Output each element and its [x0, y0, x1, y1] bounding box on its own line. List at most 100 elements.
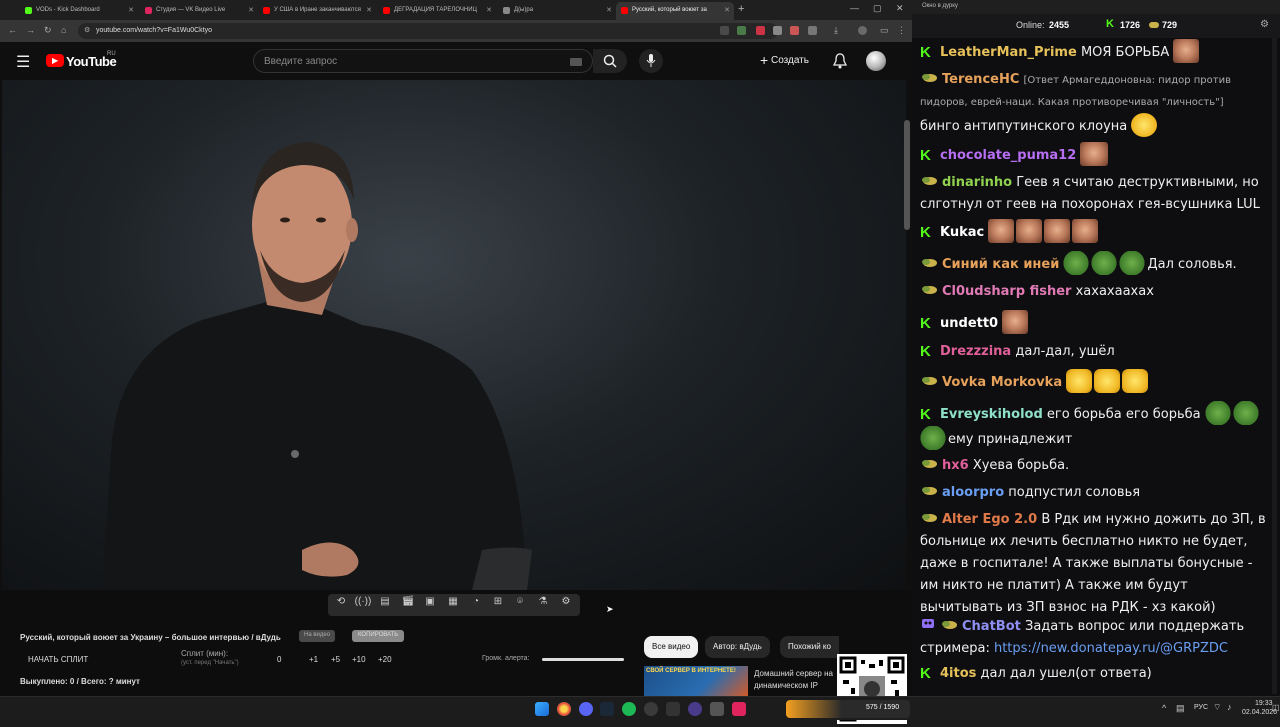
- flask-icon[interactable]: ⚗: [534, 596, 552, 612]
- extension-icon[interactable]: [720, 26, 729, 35]
- recommended-video-thumbnail[interactable]: СВОЙ СЕРВЕР В ИНТЕРНЕТЕ!: [644, 666, 748, 696]
- chat-username[interactable]: Alter Ego 2.0: [942, 512, 1037, 527]
- chrome-icon[interactable]: [557, 702, 571, 716]
- maximize-icon[interactable]: ▢: [873, 3, 882, 14]
- app-icon[interactable]: [666, 702, 680, 716]
- extension-icon[interactable]: [737, 26, 746, 35]
- chat-username[interactable]: chocolate_puma12: [940, 148, 1076, 163]
- recommended-video-title[interactable]: Домашний сервер на динамическом IP беспл…: [754, 668, 838, 692]
- clock-time[interactable]: 19:33: [1255, 700, 1273, 707]
- browser-tab-5[interactable]: Д(ы)ра ✕: [498, 2, 616, 20]
- chat-username[interactable]: hx6: [942, 458, 969, 473]
- browser-tab-2[interactable]: Студия — VK Видео Live ✕: [140, 2, 258, 20]
- obs-icon[interactable]: [688, 702, 702, 716]
- browser-tab-1[interactable]: VODs - Kick Dashboard ✕: [20, 2, 138, 20]
- filter-all-videos-chip[interactable]: Все видео: [644, 636, 699, 658]
- split-value-button[interactable]: +20: [378, 655, 392, 664]
- wifi-icon[interactable]: ⌔: [1213, 702, 1221, 713]
- url-field[interactable]: ⚙ youtube.com/watch?v=Fa1Wu0Cktyo: [78, 23, 778, 39]
- split-value-button[interactable]: +10: [352, 655, 366, 664]
- menu-dots-icon[interactable]: ⋮: [897, 25, 906, 36]
- close-icon[interactable]: ✕: [724, 6, 730, 14]
- chat-username[interactable]: Vovka Morkovka: [942, 375, 1062, 390]
- video-player[interactable]: [2, 80, 906, 590]
- chat-username[interactable]: Drezzzina: [940, 344, 1011, 359]
- steam-icon[interactable]: [600, 702, 614, 716]
- start-windows-icon[interactable]: [535, 702, 549, 716]
- create-button[interactable]: + Создать: [760, 52, 809, 70]
- watch-later-icon[interactable]: ▤: [376, 596, 394, 612]
- network-icon[interactable]: ▤: [1176, 703, 1185, 714]
- forward-icon[interactable]: →: [26, 25, 35, 35]
- avatar[interactable]: [866, 51, 886, 71]
- hamburger-menu-icon[interactable]: ☰: [16, 52, 30, 72]
- media-widget[interactable]: 575 / 1590: [786, 700, 910, 718]
- donate-link[interactable]: https://new.donatepay.ru/@GRPZDC: [994, 641, 1228, 656]
- chat-username[interactable]: Синий как иней: [942, 257, 1059, 272]
- voice-search-button[interactable]: [639, 49, 663, 73]
- chat-username[interactable]: Evreyskiholod: [940, 407, 1043, 422]
- theater-mode-icon[interactable]: ▦: [444, 596, 462, 612]
- app-icon[interactable]: [644, 702, 658, 716]
- filter-author-chip[interactable]: Автор: вДудь: [705, 636, 770, 658]
- close-icon[interactable]: ✕: [128, 6, 134, 14]
- minimize-icon[interactable]: —: [850, 3, 859, 13]
- back-icon[interactable]: ←: [8, 25, 17, 35]
- broadcast-icon[interactable]: ((·)): [354, 596, 372, 612]
- search-button[interactable]: [593, 49, 627, 73]
- split-value-button[interactable]: +5: [331, 655, 340, 664]
- chat-username[interactable]: undett0: [940, 316, 998, 331]
- filter-similar-chip[interactable]: Похожий ко: [780, 636, 839, 658]
- close-icon[interactable]: ✕: [606, 6, 612, 14]
- loop-icon[interactable]: ⟲: [332, 596, 350, 612]
- camera-icon[interactable]: ⌾: [511, 596, 529, 612]
- chat-username[interactable]: aloorpro: [942, 485, 1004, 500]
- home-icon[interactable]: ⌂: [61, 25, 66, 35]
- tray-chevron-icon[interactable]: ^: [1162, 703, 1166, 713]
- chat-scrollbar[interactable]: [1272, 38, 1277, 694]
- chat-username[interactable]: dinarinho: [942, 175, 1012, 190]
- spotify-icon[interactable]: [622, 702, 636, 716]
- clapperboard-icon[interactable]: 🎬︎: [399, 596, 417, 612]
- youtube-logo-icon[interactable]: ▶: [46, 54, 64, 67]
- profile-icon[interactable]: [858, 26, 867, 35]
- start-split-button[interactable]: НАЧАТЬ СПЛИТ: [28, 655, 88, 664]
- close-icon[interactable]: ✕: [486, 6, 492, 14]
- new-tab-icon[interactable]: +: [738, 3, 744, 15]
- discord-icon[interactable]: [579, 702, 593, 716]
- split-value-button[interactable]: +1: [309, 655, 318, 664]
- chat-settings-icon[interactable]: ⚙: [1260, 19, 1269, 30]
- chat-username[interactable]: TerenceHC: [942, 72, 1019, 87]
- page-scrollbar[interactable]: [904, 120, 910, 230]
- file-explorer-icon[interactable]: [710, 702, 724, 716]
- site-info-icon[interactable]: ⚙: [84, 26, 90, 34]
- on-video-button[interactable]: На видео: [299, 630, 336, 642]
- split-value-button[interactable]: 0: [277, 655, 281, 664]
- volume-icon[interactable]: ♪: [1227, 702, 1232, 712]
- chat-username[interactable]: Cl0udsharp fisher: [942, 284, 1071, 299]
- extension-icon[interactable]: [756, 26, 765, 35]
- close-icon[interactable]: ✕: [248, 6, 254, 14]
- extension-icon[interactable]: [773, 26, 782, 35]
- picture-in-picture-icon[interactable]: ▣: [421, 596, 439, 612]
- split-view-icon[interactable]: ▭: [880, 25, 889, 36]
- extension-icon[interactable]: [808, 26, 817, 35]
- chat-username[interactable]: LeatherMan_Prime: [940, 45, 1077, 60]
- chat-username[interactable]: Kukac: [940, 225, 984, 240]
- language-indicator[interactable]: РУС: [1194, 704, 1208, 711]
- reload-icon[interactable]: ↻: [44, 25, 52, 36]
- copy-button[interactable]: КОПИРОВАТЬ: [352, 630, 405, 642]
- close-icon[interactable]: ✕: [366, 6, 372, 14]
- settings-gear-icon[interactable]: ⚙: [557, 596, 575, 612]
- window-close-icon[interactable]: ✕: [896, 3, 904, 14]
- browser-tab-6-active[interactable]: Русский, который воюет за ✕: [616, 2, 734, 20]
- speed-icon[interactable]: ◔: [467, 596, 485, 612]
- browser-tab-4[interactable]: ДЕГРАДАЦИЯ ТАРЕЛОЧНИЦ ✕: [378, 2, 496, 20]
- notifications-bell-icon[interactable]: [833, 53, 847, 69]
- add-box-icon[interactable]: ⊞: [489, 596, 507, 612]
- extension-icon[interactable]: [790, 26, 799, 35]
- notification-icon[interactable]: ◫: [1272, 703, 1280, 712]
- alert-volume-slider[interactable]: [542, 658, 624, 661]
- chat-username[interactable]: ChatBot: [962, 619, 1021, 634]
- keyboard-icon[interactable]: [570, 58, 582, 66]
